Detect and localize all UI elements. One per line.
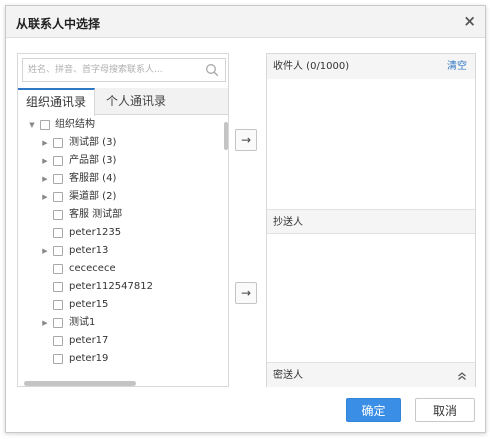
tree-node-label: peter19 bbox=[69, 353, 109, 364]
tree-node-label: 客服 测试部 bbox=[69, 209, 123, 220]
caret-right-icon[interactable]: ▶ bbox=[41, 193, 49, 201]
search-box bbox=[22, 58, 226, 82]
tree-node-label: peter17 bbox=[69, 335, 109, 346]
cancel-button[interactable]: 取消 bbox=[415, 398, 475, 422]
bcc-header[interactable]: 密送人 bbox=[267, 362, 475, 387]
cc-header: 抄送人 bbox=[267, 209, 475, 234]
confirm-button[interactable]: 确定 bbox=[346, 398, 401, 422]
tree-checkbox[interactable] bbox=[53, 156, 63, 166]
tree-checkbox[interactable] bbox=[40, 120, 50, 130]
caret-down-icon[interactable]: ▼ bbox=[28, 121, 36, 129]
tree-node-label: 渠道部 (2) bbox=[69, 191, 117, 202]
add-to-recipients-button[interactable]: → bbox=[235, 129, 257, 151]
caret-right-icon[interactable]: ▶ bbox=[41, 247, 49, 255]
arrow-right-icon: → bbox=[240, 133, 252, 147]
tree-node-label: peter1235 bbox=[69, 227, 122, 238]
tab-org-directory[interactable]: 组织通讯录 bbox=[18, 88, 96, 116]
tree-checkbox[interactable] bbox=[53, 228, 63, 238]
bcc-label: 密送人 bbox=[273, 370, 303, 381]
tree-checkbox[interactable] bbox=[53, 282, 63, 292]
contact-source-panel: 组织通讯录 个人通讯录 ▼ 组织结构 ▶ 测试部 (3) ▶ 产品部 (3) ▶ bbox=[17, 53, 229, 387]
recipients-list[interactable] bbox=[267, 79, 475, 209]
tree-checkbox[interactable] bbox=[53, 246, 63, 256]
close-button[interactable]: × bbox=[463, 13, 476, 29]
arrow-right-icon: → bbox=[240, 286, 252, 300]
tree-checkbox[interactable] bbox=[53, 300, 63, 310]
cc-label: 抄送人 bbox=[273, 217, 303, 228]
dialog-title: 从联系人中选择 bbox=[16, 17, 101, 31]
tree-checkbox[interactable] bbox=[53, 264, 63, 274]
tree-node-label: peter112547812 bbox=[69, 281, 153, 292]
chevron-double-up-icon[interactable] bbox=[457, 363, 467, 392]
add-to-cc-button[interactable]: → bbox=[235, 282, 257, 304]
tree-checkbox[interactable] bbox=[53, 354, 63, 364]
tree-node-label: 测试部 (3) bbox=[69, 137, 117, 148]
cc-list[interactable] bbox=[267, 235, 475, 362]
tree-node-label: peter13 bbox=[69, 245, 109, 256]
search-icon[interactable] bbox=[205, 63, 219, 77]
tree-horizontal-scrollbar[interactable] bbox=[24, 381, 136, 386]
contact-picker-dialog: 从联系人中选择 × 组织通讯录 个人通讯录 ▼ 组织结构 ▶ 测试部 (3 bbox=[5, 5, 486, 433]
tree-node-label: peter15 bbox=[69, 299, 109, 310]
tree-checkbox[interactable] bbox=[53, 192, 63, 202]
tree-node-label: cececece bbox=[69, 263, 116, 274]
tree-node-label: 产品部 (3) bbox=[69, 155, 117, 166]
tree-vertical-scrollbar[interactable] bbox=[224, 122, 228, 150]
tree-checkbox[interactable] bbox=[53, 210, 63, 220]
contact-tree: ▼ 组织结构 ▶ 测试部 (3) ▶ 产品部 (3) ▶ 客服部 (4) ▶ 渠… bbox=[18, 116, 222, 380]
tree-checkbox[interactable] bbox=[53, 318, 63, 328]
tree-node-label: 客服部 (4) bbox=[69, 173, 117, 184]
caret-right-icon[interactable]: ▶ bbox=[41, 139, 49, 147]
caret-right-icon[interactable]: ▶ bbox=[41, 319, 49, 327]
recipients-header: 收件人 (0/1000) 清空 bbox=[267, 54, 475, 79]
tree-node-label: 组织结构 bbox=[55, 119, 95, 130]
tree-node-label: 测试1 bbox=[69, 317, 96, 328]
caret-right-icon[interactable]: ▶ bbox=[41, 157, 49, 165]
address-book-tabs: 组织通讯录 个人通讯录 bbox=[18, 88, 228, 116]
caret-right-icon[interactable]: ▶ bbox=[41, 175, 49, 183]
clear-link[interactable]: 清空 bbox=[447, 54, 467, 79]
search-input[interactable] bbox=[23, 59, 203, 81]
tree-checkbox[interactable] bbox=[53, 174, 63, 184]
dialog-header: 从联系人中选择 × bbox=[6, 6, 485, 38]
selected-contacts-panel: 收件人 (0/1000) 清空 抄送人 密送人 bbox=[266, 53, 476, 387]
tab-personal-directory[interactable]: 个人通讯录 bbox=[98, 88, 174, 115]
tree-checkbox[interactable] bbox=[53, 138, 63, 148]
recipients-label: 收件人 (0/1000) bbox=[273, 61, 350, 72]
tree-checkbox[interactable] bbox=[53, 336, 63, 346]
